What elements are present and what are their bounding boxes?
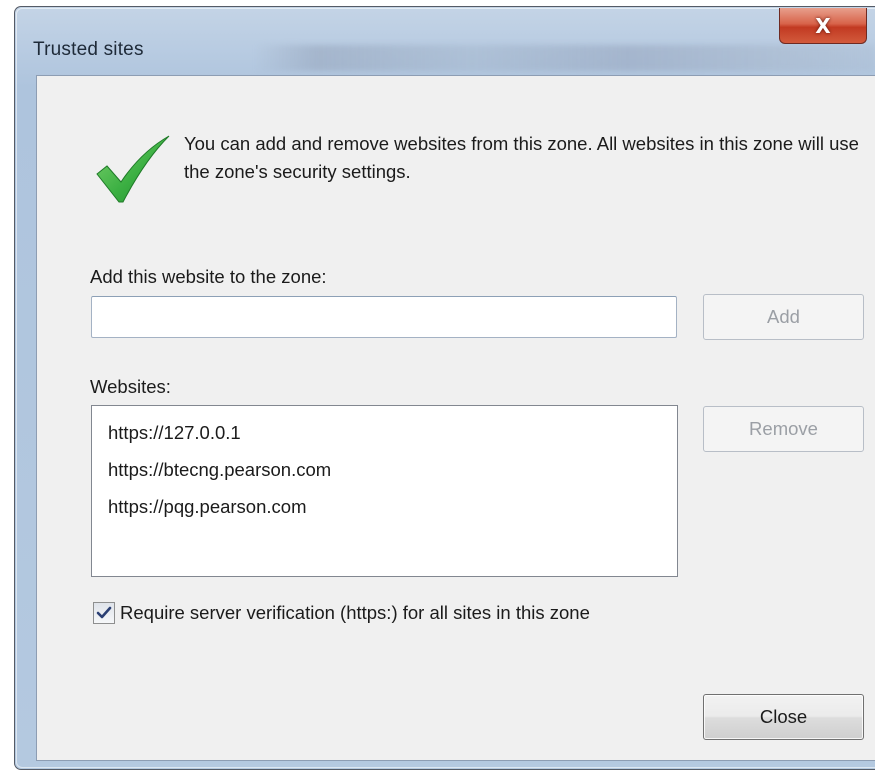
close-icon: X <box>815 13 831 38</box>
checkmark-icon <box>96 135 170 203</box>
screenshot: Trusted sites X You can add and remove w… <box>0 0 875 780</box>
add-website-label: Add this website to the zone: <box>90 266 327 287</box>
list-item[interactable]: https://pqg.pearson.com <box>108 488 677 525</box>
window-title: Trusted sites <box>33 39 144 60</box>
zone-info-text: You can add and remove websites from thi… <box>184 133 859 182</box>
checkmark-small-icon <box>96 606 112 619</box>
require-verification-row[interactable]: Require server verification (https:) for… <box>93 602 590 624</box>
dialog-body: You can add and remove websites from thi… <box>36 75 875 761</box>
close-button[interactable]: Close <box>703 694 864 740</box>
trusted-sites-dialog: Trusted sites X You can add and remove w… <box>14 6 875 770</box>
background-window-tabs <box>255 45 875 71</box>
websites-label: Websites: <box>90 376 171 397</box>
add-button[interactable]: Add <box>703 294 864 340</box>
require-verification-label[interactable]: Require server verification (https:) for… <box>120 602 590 624</box>
list-item[interactable]: https://127.0.0.1 <box>108 414 677 451</box>
websites-list[interactable]: https://127.0.0.1 https://btecng.pearson… <box>91 405 678 577</box>
add-website-input[interactable] <box>91 296 677 338</box>
list-item[interactable]: https://btecng.pearson.com <box>108 451 677 488</box>
window-close-button[interactable]: X <box>779 8 867 44</box>
title-bar[interactable]: Trusted sites X <box>15 7 875 75</box>
require-verification-checkbox[interactable] <box>93 602 115 624</box>
remove-button[interactable]: Remove <box>703 406 864 452</box>
